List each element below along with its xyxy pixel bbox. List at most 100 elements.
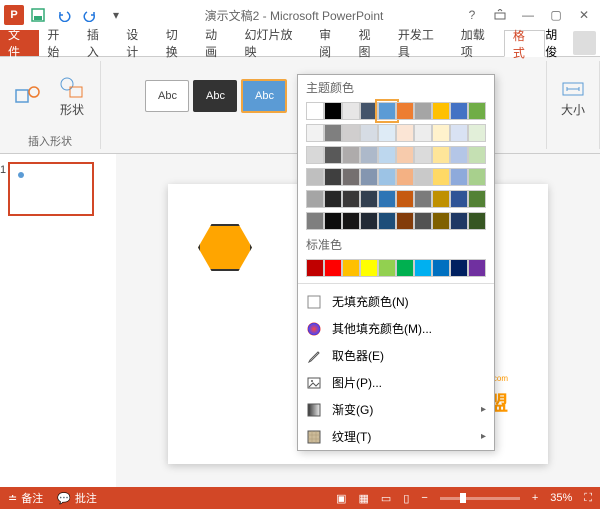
sorter-view-icon[interactable]: ▦ [359,492,369,505]
color-swatch[interactable] [450,190,468,208]
user-area[interactable]: 胡俊 [545,30,600,56]
color-swatch[interactable] [342,190,360,208]
color-swatch[interactable] [378,190,396,208]
color-swatch[interactable] [450,259,468,277]
picture-item[interactable]: 图片(P)... [298,369,494,396]
qat-more-icon[interactable]: ▾ [104,3,128,27]
color-swatch[interactable] [414,212,432,230]
color-swatch[interactable] [378,124,396,142]
color-swatch[interactable] [468,259,486,277]
style-sample-2[interactable]: Abc [193,80,237,112]
zoom-out-button[interactable]: − [421,492,427,504]
color-swatch[interactable] [396,146,414,164]
color-swatch[interactable] [378,259,396,277]
color-swatch[interactable] [378,168,396,186]
ribbon-options-icon[interactable] [488,3,512,27]
color-swatch[interactable] [360,168,378,186]
size-button[interactable]: 大小 [555,77,591,120]
help-icon[interactable]: ? [460,3,484,27]
gradient-item[interactable]: 渐变(G) ▸ [298,396,494,423]
eyedropper-item[interactable]: 取色器(E) [298,342,494,369]
more-colors-item[interactable]: 其他填充颜色(M)... [298,315,494,342]
color-swatch[interactable] [378,102,396,120]
color-swatch[interactable] [360,102,378,120]
tab-slideshow[interactable]: 幻灯片放映 [237,30,312,56]
zoom-slider[interactable] [440,497,520,500]
style-sample-3[interactable]: Abc [241,79,287,113]
close-icon[interactable]: ✕ [572,3,596,27]
reading-view-icon[interactable]: ▭ [381,492,391,505]
tab-view[interactable]: 视图 [350,30,389,56]
color-swatch[interactable] [414,102,432,120]
tab-review[interactable]: 审阅 [311,30,350,56]
tab-design[interactable]: 设计 [118,30,157,56]
tab-transitions[interactable]: 切换 [158,30,197,56]
color-swatch[interactable] [468,102,486,120]
shapes-button[interactable]: 形状 [52,73,92,120]
color-swatch[interactable] [432,146,450,164]
save-icon[interactable] [26,3,50,27]
color-swatch[interactable] [306,124,324,142]
color-swatch[interactable] [378,212,396,230]
color-swatch[interactable] [360,259,378,277]
color-swatch[interactable] [342,102,360,120]
tab-addins[interactable]: 加载项 [453,30,504,56]
minimize-icon[interactable]: — [516,3,540,27]
color-swatch[interactable] [324,259,342,277]
color-swatch[interactable] [414,124,432,142]
color-swatch[interactable] [432,190,450,208]
maximize-icon[interactable]: ▢ [544,3,568,27]
color-swatch[interactable] [306,168,324,186]
color-swatch[interactable] [432,259,450,277]
color-swatch[interactable] [468,190,486,208]
color-swatch[interactable] [306,146,324,164]
zoom-in-button[interactable]: + [532,492,538,504]
color-swatch[interactable] [414,168,432,186]
color-swatch[interactable] [432,124,450,142]
color-swatch[interactable] [324,168,342,186]
tab-animations[interactable]: 动画 [197,30,236,56]
color-swatch[interactable] [360,190,378,208]
fit-window-icon[interactable]: ⛶ [584,492,592,505]
color-swatch[interactable] [432,102,450,120]
color-swatch[interactable] [414,146,432,164]
color-swatch[interactable] [414,190,432,208]
color-swatch[interactable] [468,212,486,230]
color-swatch[interactable] [450,124,468,142]
tab-home[interactable]: 开始 [39,30,78,56]
normal-view-icon[interactable]: ▣ [336,492,346,505]
color-swatch[interactable] [360,146,378,164]
color-swatch[interactable] [396,168,414,186]
color-swatch[interactable] [342,259,360,277]
color-swatch[interactable] [360,124,378,142]
color-swatch[interactable] [306,212,324,230]
zoom-level[interactable]: 35% [550,492,572,504]
color-swatch[interactable] [432,212,450,230]
color-swatch[interactable] [324,102,342,120]
color-swatch[interactable] [342,168,360,186]
style-sample-1[interactable]: Abc [145,80,189,112]
comments-button[interactable]: 💬批注 [57,490,97,506]
color-swatch[interactable] [396,212,414,230]
color-swatch[interactable] [324,124,342,142]
color-swatch[interactable] [378,146,396,164]
notes-button[interactable]: ≐备注 [8,490,43,506]
no-fill-item[interactable]: 无填充颜色(N) [298,288,494,315]
tab-developer[interactable]: 开发工具 [390,30,453,56]
color-swatch[interactable] [468,168,486,186]
color-swatch[interactable] [396,102,414,120]
edit-shape-button[interactable] [8,82,48,110]
color-swatch[interactable] [396,124,414,142]
color-swatch[interactable] [396,259,414,277]
color-swatch[interactable] [306,102,324,120]
color-swatch[interactable] [360,212,378,230]
tab-file[interactable]: 文件 [0,30,39,56]
color-swatch[interactable] [342,212,360,230]
color-swatch[interactable] [468,146,486,164]
color-swatch[interactable] [324,190,342,208]
color-swatch[interactable] [450,102,468,120]
color-swatch[interactable] [414,259,432,277]
slide-thumbnail-1[interactable]: 1 [8,162,94,216]
undo-icon[interactable] [52,3,76,27]
color-swatch[interactable] [342,124,360,142]
